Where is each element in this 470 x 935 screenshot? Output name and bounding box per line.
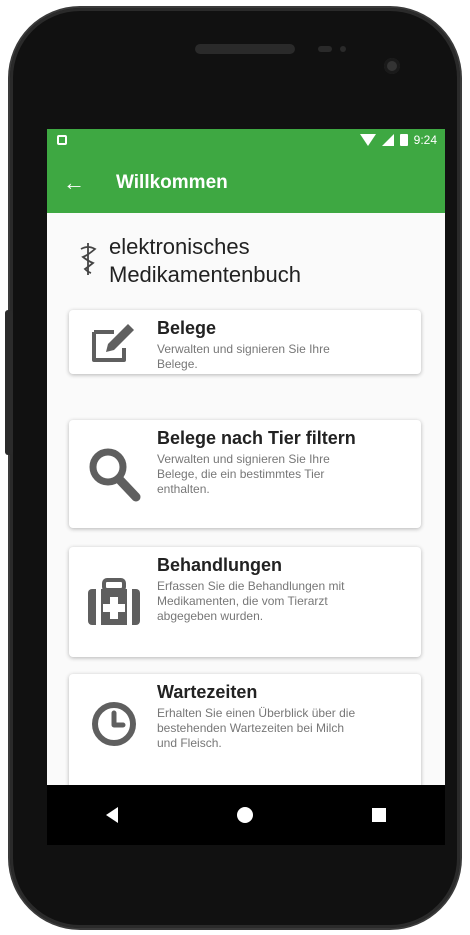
card-title: Wartezeiten: [157, 682, 258, 702]
back-arrow-icon[interactable]: ←: [47, 170, 101, 196]
card-title: Behandlungen: [157, 555, 282, 575]
card-description: Verwalten und signieren Sie Ihre Belege,…: [157, 452, 356, 497]
app-bar: ← Willkommen: [47, 153, 445, 213]
status-time: 9:24: [413, 133, 437, 147]
notification-icon: [57, 135, 67, 145]
card-desc-line: enthalten.: [157, 482, 210, 496]
card-desc-line: Verwalten und signieren Sie Ihre: [157, 342, 330, 356]
card-desc-line: Erhalten Sie einen Überblick über die: [157, 706, 356, 720]
signal-icon: [381, 134, 394, 146]
caduceus-icon: [80, 243, 97, 275]
status-bar: 9:24: [47, 129, 445, 153]
card-title: Belege: [157, 318, 217, 338]
card-desc-line: und Fleisch.: [157, 736, 222, 750]
card-wartezeiten[interactable]: Wartezeiten Erhalten Sie einen Überblick…: [69, 674, 421, 785]
front-camera: [384, 58, 400, 74]
light-sensor: [340, 46, 346, 52]
app-bar-title: Willkommen: [116, 172, 228, 193]
app-screen: 9:24 ← Willkommen elektronisches Medikam…: [47, 129, 445, 785]
card-desc-line: Belege.: [157, 357, 198, 371]
nav-back-icon[interactable]: [106, 807, 119, 823]
speaker-grille: [195, 44, 295, 54]
card-desc-line: Belege, die ein bestimmtes Tier: [157, 467, 325, 481]
card-desc-line: Medikamenten, die vom Tierarzt: [157, 594, 328, 608]
card-description: Erfassen Sie die Behandlungen mit Medika…: [157, 579, 344, 624]
card-desc-line: Verwalten und signieren Sie Ihre: [157, 452, 330, 466]
navigation-bar: [47, 785, 445, 845]
battery-icon: [399, 134, 408, 146]
proximity-sensor: [318, 46, 332, 52]
card-belege-nach-tier[interactable]: Belege nach Tier filtern Verwalten und s…: [69, 420, 421, 528]
card-desc-line: Erfassen Sie die Behandlungen mit: [157, 579, 345, 593]
nav-home-icon[interactable]: [236, 807, 253, 823]
search-icon: [89, 448, 141, 502]
wifi-icon: [359, 134, 376, 146]
card-behandlungen[interactable]: Behandlungen Erfassen Sie die Behandlung…: [69, 547, 421, 657]
side-button[interactable]: [5, 310, 13, 455]
card-title: Belege nach Tier filtern: [157, 428, 356, 448]
card-desc-line: bestehenden Wartezeiten bei Milch: [157, 721, 344, 735]
header-title-line2: Medikamentenbuch: [109, 262, 302, 287]
card-description: Verwalten und signieren Sie Ihre Belege.: [157, 342, 330, 372]
app-header: elektronisches Medikamentenbuch: [47, 213, 445, 303]
header-title-line1: elektronisches: [109, 234, 250, 259]
clock-icon: [92, 702, 136, 746]
medical-kit-icon: [88, 578, 140, 625]
card-belege[interactable]: Belege Verwalten und signieren Sie Ihre …: [69, 310, 421, 374]
edit-icon: [92, 324, 134, 362]
card-description: Erhalten Sie einen Überblick über die be…: [157, 706, 355, 751]
card-desc-line: abgegeben wurden.: [157, 609, 264, 623]
nav-recents-icon[interactable]: [371, 808, 386, 822]
